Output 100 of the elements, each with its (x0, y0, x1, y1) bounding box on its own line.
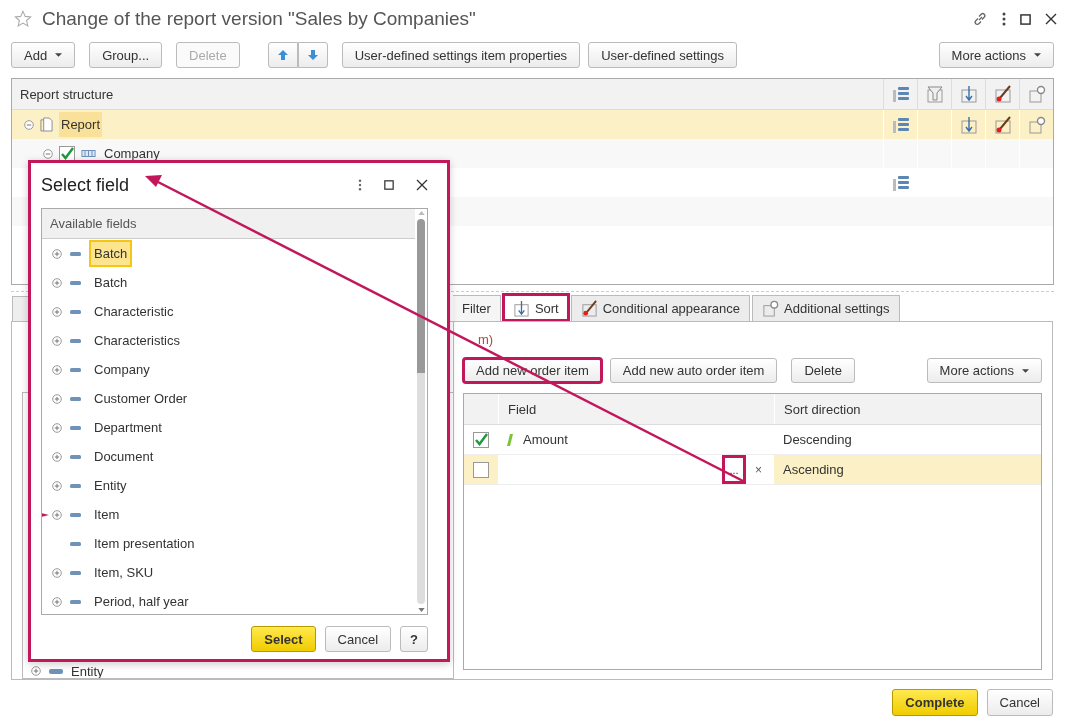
list-item[interactable]: Characteristics (89, 327, 185, 354)
toolbar-button[interactable]: User-defined settings item properties (341, 42, 581, 68)
field-icon (70, 454, 81, 459)
settings-icon[interactable] (1027, 85, 1046, 103)
field-icon (70, 483, 81, 488)
window-title: Change of the report version "Sales by Companies" (42, 8, 476, 30)
list-item[interactable]: Document (89, 443, 159, 470)
toolbar-button[interactable]: Delete (791, 358, 855, 383)
expand-icon[interactable] (52, 393, 62, 404)
column-header: Report structure (20, 86, 114, 102)
list-item[interactable]: Entity (89, 472, 132, 499)
field-icon (70, 541, 81, 546)
list-item[interactable]: Batch (89, 240, 133, 267)
checkbox[interactable] (473, 461, 489, 478)
maximize-icon[interactable] (384, 180, 394, 190)
expand-icon[interactable] (52, 277, 62, 288)
expand-icon[interactable] (52, 335, 62, 346)
collapse-icon[interactable] (43, 148, 53, 159)
more-actions-button[interactable]: More actions (926, 358, 1042, 383)
grouping-icon[interactable] (891, 85, 910, 103)
help-button[interactable]: ? (400, 626, 428, 652)
field-icon (70, 309, 81, 314)
appearance-icon[interactable] (993, 85, 1012, 103)
list-item[interactable]: Characteristic (89, 298, 179, 325)
caret-icon (55, 53, 63, 57)
list-item[interactable]: Item (89, 501, 125, 528)
tab[interactable]: Filter (453, 295, 501, 321)
settings-caption: m) (478, 332, 494, 347)
sort-icon[interactable] (959, 85, 978, 103)
table-cell: Descending (783, 432, 852, 447)
toolbar-button[interactable]: Group... (89, 42, 163, 68)
close-icon[interactable] (1045, 13, 1057, 25)
field-icon (70, 251, 81, 256)
field-icon (70, 367, 81, 372)
list-item[interactable]: Customer Order (89, 385, 193, 412)
close-icon[interactable] (416, 179, 428, 191)
scrollbar[interactable] (416, 211, 426, 612)
move-down-button[interactable] (297, 42, 328, 68)
favorite-star-icon[interactable] (14, 10, 32, 28)
column-header: Available fields (50, 216, 137, 231)
toolbar-button[interactable]: User-defined settings (588, 42, 737, 68)
clear-button[interactable]: × (755, 462, 762, 477)
link-icon[interactable] (972, 11, 988, 27)
column-header: Sort direction (784, 401, 861, 417)
field-icon (70, 570, 81, 575)
complete-button[interactable]: Complete (892, 689, 978, 716)
cancel-button[interactable]: Cancel (324, 626, 392, 652)
caret-icon (1022, 368, 1029, 373)
more-icon[interactable] (358, 179, 362, 191)
add-button[interactable]: Add (11, 42, 76, 68)
field-icon (70, 512, 81, 517)
dialog-title: Select field (41, 174, 130, 196)
toolbar-button[interactable]: Add new auto order item (609, 358, 778, 383)
grouping-icon (891, 173, 910, 192)
select-button[interactable]: Select (251, 626, 316, 652)
sort-icon (512, 299, 530, 317)
checkbox[interactable] (473, 431, 489, 448)
filter-icon[interactable] (925, 85, 944, 103)
sort-icon (959, 115, 978, 134)
tab[interactable]: Conditional appearance (570, 295, 751, 321)
expand-icon[interactable] (52, 480, 62, 491)
maximize-icon[interactable] (1020, 13, 1031, 25)
expand-icon[interactable] (52, 306, 62, 317)
grouping-icon (81, 150, 96, 157)
expand-icon[interactable] (52, 567, 62, 578)
checkbox[interactable] (59, 145, 75, 162)
field-icon (49, 668, 63, 674)
tree-item[interactable]: Report (59, 112, 103, 137)
tab[interactable]: Additional settings (752, 295, 900, 321)
expand-icon[interactable] (52, 248, 62, 259)
settings-icon (1027, 115, 1046, 134)
arrow-up-icon (276, 49, 289, 61)
list-item[interactable]: Company (89, 356, 155, 383)
brush-icon (580, 300, 598, 317)
tree-item[interactable]: Entity (71, 664, 104, 678)
expand-icon[interactable] (52, 364, 62, 375)
expand-icon[interactable] (52, 451, 62, 462)
tab[interactable]: Sort (502, 294, 569, 321)
list-item[interactable]: Department (89, 414, 167, 441)
cancel-button[interactable]: Cancel (986, 689, 1053, 716)
field-icon (70, 425, 81, 430)
field-icon (70, 396, 81, 401)
gear-icon (762, 300, 780, 317)
more-icon[interactable] (1002, 12, 1006, 26)
list-item[interactable]: Item presentation (89, 530, 200, 557)
scroll-up-icon[interactable] (417, 211, 425, 215)
document-icon (40, 117, 53, 132)
expand-icon[interactable] (31, 666, 41, 676)
move-up-button[interactable] (267, 42, 298, 68)
list-item[interactable]: Period, half year (89, 588, 194, 614)
more-actions-button[interactable]: More actions (938, 42, 1054, 68)
scroll-down-icon[interactable] (417, 608, 425, 612)
expand-icon[interactable] (52, 596, 62, 607)
list-item[interactable]: Batch (89, 269, 133, 296)
field-icon (70, 338, 81, 343)
collapse-icon[interactable] (24, 119, 34, 130)
table-cell: Ascending (783, 462, 844, 477)
expand-icon[interactable] (52, 509, 62, 520)
list-item[interactable]: Item, SKU (89, 559, 159, 586)
expand-icon[interactable] (52, 422, 62, 433)
